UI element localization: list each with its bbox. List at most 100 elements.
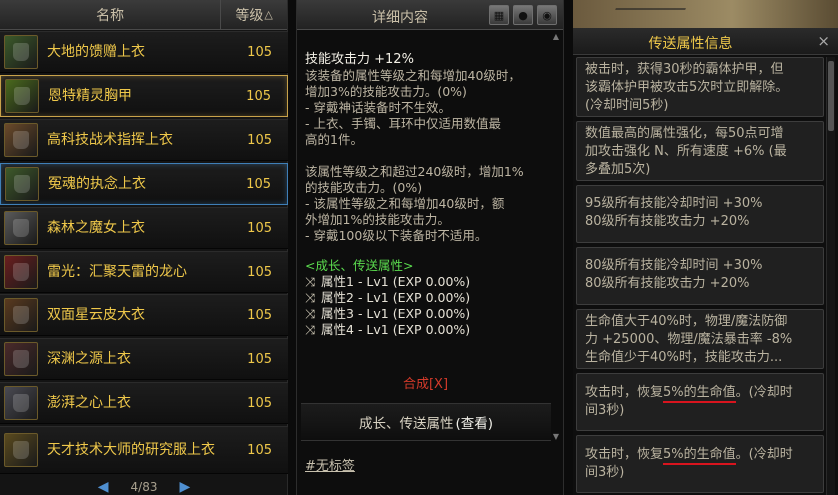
transfer-attr-line: 80级所有技能攻击力 +20% [585,214,750,229]
item-level: 105 [247,351,272,367]
shuffle-icon: ⤨ [305,322,316,337]
growth-attr-row[interactable]: ⤨ 属性3 - Lv1 (EXP 0.00%) [305,306,545,322]
transfer-title: 传送属性信息 [648,36,733,52]
detail-line: 增加3%的技能攻击力。(0%) [305,84,467,99]
item-name: 天才技术大师的研究服上衣 [47,441,215,458]
armor-nebula-icon [4,298,38,332]
column-header-level[interactable]: 等级 △ [221,0,287,29]
detail-line: 外增加1%的技能攻击力。 [305,212,450,227]
transfer-attr-line: 80级所有技能攻击力 +20% [585,276,750,291]
growth-attr-text: 属性3 - Lv1 (EXP 0.00%) [321,306,471,321]
item-level: 105 [247,132,272,148]
armor-witch-icon [4,211,38,245]
close-icon[interactable]: × [817,32,830,50]
transfer-attr-line: 力 +25000、物理/魔法暴击率 -8% [585,332,793,347]
transfer-attr-line: 生命值少于40%时，技能攻击力... [585,350,783,365]
item-list-panel: 名称 等级 △ 大地的馈赠上衣 105 恩特精灵胸甲 105 高科技战术指挥上衣 105 冤魂… [0,0,288,495]
transfer-attr-card[interactable]: 被击时，获得30秒的霸体护甲，但 该霸体护甲被攻击5次时立即解除。 (冷却时间5秒) [576,57,824,117]
armor-thunder-icon [4,255,38,289]
item-level: 105 [247,307,272,323]
item-name: 高科技战术指挥上衣 [47,131,173,148]
detail-text: 技能攻击力 +12% 该装备的属性等级之和每增加40级时， 增加3%的技能攻击力。(… [305,52,545,338]
view-growth-link[interactable]: (查看) [455,412,493,432]
item-name: 雷光：汇聚天雷的龙心 [47,263,187,280]
sort-arrow-icon: △ [264,8,273,21]
transfer-attr-line: 间3秒) [585,465,625,480]
item-level: 105 [247,264,272,280]
transfer-attr-line: 攻击时，恢复5%的生命值。(冷却时 [585,446,815,465]
transfer-attr-line: 生命值大于40%时，物理/魔法防御 [585,314,788,329]
transfer-attr-line: 多叠加5次) [585,162,651,177]
list-header: 名称 等级 △ [0,0,287,30]
next-page-icon[interactable]: ▶ [179,479,190,495]
item-level: 105 [247,442,272,458]
scroll-up-icon[interactable]: ▲ [551,32,561,42]
armor-heart-icon [4,386,38,420]
list-item[interactable]: 深渊之源上衣 105 [0,338,288,380]
item-name: 澎湃之心上衣 [47,394,131,411]
detail-line: - 上衣、手镯、耳环中仅适用数值最 [305,116,501,131]
grid-view-icon[interactable]: ▦ [489,5,509,25]
detail-line: - 穿戴100级以下装备时不适用。 [305,228,488,243]
tag-link[interactable]: #无标签 [305,455,355,474]
transfer-attr-card[interactable]: 攻击时，恢复5%的生命值。(冷却时 间3秒) [576,373,824,431]
item-name: 冤魂的执念上衣 [48,175,146,192]
scroll-thumb[interactable] [828,61,834,131]
growth-attr-bar: 成长、传送属性 (查看) [301,403,551,441]
pager: ◀ 4/83 ▶ [0,478,288,495]
list-item[interactable]: 冤魂的执念上衣 105 [0,163,288,205]
detail-line: 的技能攻击力。(0%) [305,180,423,195]
transfer-attr-card[interactable]: 生命值大于40%时，物理/魔法防御力 +25000、物理/魔法暴击率 -8% 生命… [576,309,824,369]
growth-attr-text: 属性1 - Lv1 (EXP 0.00%) [321,274,471,289]
list-item[interactable]: 大地的馈赠上衣 105 [0,31,288,73]
compose-label: 合成[X] [402,377,449,392]
growth-attr-row[interactable]: ⤨ 属性1 - Lv1 (EXP 0.00%) [305,274,545,290]
transfer-attr-line: 间3秒) [585,403,625,418]
list-item[interactable]: 森林之魔女上衣 105 [0,207,288,249]
list-item[interactable]: 雷光：汇聚天雷的龙心 105 [0,251,288,293]
transfer-attr-line: 被击时，获得30秒的霸体护甲，但 [585,62,784,77]
shuffle-icon: ⤨ [305,290,316,305]
item-name: 深渊之源上衣 [47,350,131,367]
red-underline-mark: 5%的生命值 [663,385,736,403]
shuffle-icon: ⤨ [305,274,316,289]
transfer-attr-line: 数值最高的属性强化，每50点可增 [585,126,784,141]
pin-icon[interactable]: ● [513,5,533,25]
transfer-attr-card[interactable]: 攻击时，恢复5%的生命值。(冷却时 间3秒) [576,435,824,493]
shuffle-icon: ⤨ [305,306,316,321]
armor-soul-icon [5,167,39,201]
transfer-attr-line: (冷却时间5秒) [585,98,669,113]
item-name: 恩特精灵胸甲 [48,87,132,104]
transfer-attr-card[interactable]: 80级所有技能冷却时间 +30% 80级所有技能攻击力 +20% [576,247,824,305]
detail-line: 该装备的属性等级之和每增加40级时， [305,68,521,83]
transfer-attr-card[interactable]: 95级所有技能冷却时间 +30% 80级所有技能攻击力 +20% [576,185,824,243]
transfer-attr-card[interactable]: 数值最高的属性强化，每50点可增 加攻击强化 N、所有速度 +6% (最 多叠加5次… [576,121,824,181]
detail-line: 高的1件。 [305,132,363,147]
growth-attr-row[interactable]: ⤨ 属性4 - Lv1 (EXP 0.00%) [305,322,545,338]
list-item[interactable]: 高科技战术指挥上衣 105 [0,119,288,161]
growth-section-header: <成长、传送属性> [305,258,414,273]
detail-stat-title: 技能攻击力 +12% [305,52,414,67]
detail-header: 详细内容 ▦ ● ◉ [297,0,563,30]
detail-line: 该属性等级之和超过240级时，增加1% [305,164,524,179]
armor-earth-icon [4,35,38,69]
transfer-scrollbar[interactable] [826,57,835,495]
column-header-name[interactable]: 名称 [0,0,222,29]
armor-tech-icon [4,123,38,157]
list-item[interactable]: 天才技术大师的研究服上衣 105 [0,426,288,474]
transfer-attr-line: 攻击时，恢复5%的生命值。(冷却时 [585,384,815,403]
eye-icon[interactable]: ◉ [537,5,557,25]
growth-attr-row[interactable]: ⤨ 属性2 - Lv1 (EXP 0.00%) [305,290,545,306]
detail-title: 详细内容 [372,10,428,26]
transfer-header: 传送属性信息 × [573,28,838,55]
transfer-attr-line: 95级所有技能冷却时间 +30% [585,196,763,211]
item-level: 105 [246,176,271,192]
list-item[interactable]: 双面星云皮大衣 105 [0,294,288,336]
prev-page-icon[interactable]: ◀ [98,479,109,495]
list-item[interactable]: 恩特精灵胸甲 105 [0,75,288,117]
growth-attr-label: 成长、传送属性 [358,416,454,432]
list-item[interactable]: 澎湃之心上衣 105 [0,382,288,424]
item-name: 森林之魔女上衣 [47,219,145,236]
transfer-attr-line: 80级所有技能冷却时间 +30% [585,258,763,273]
scroll-down-icon[interactable]: ▼ [551,432,561,442]
